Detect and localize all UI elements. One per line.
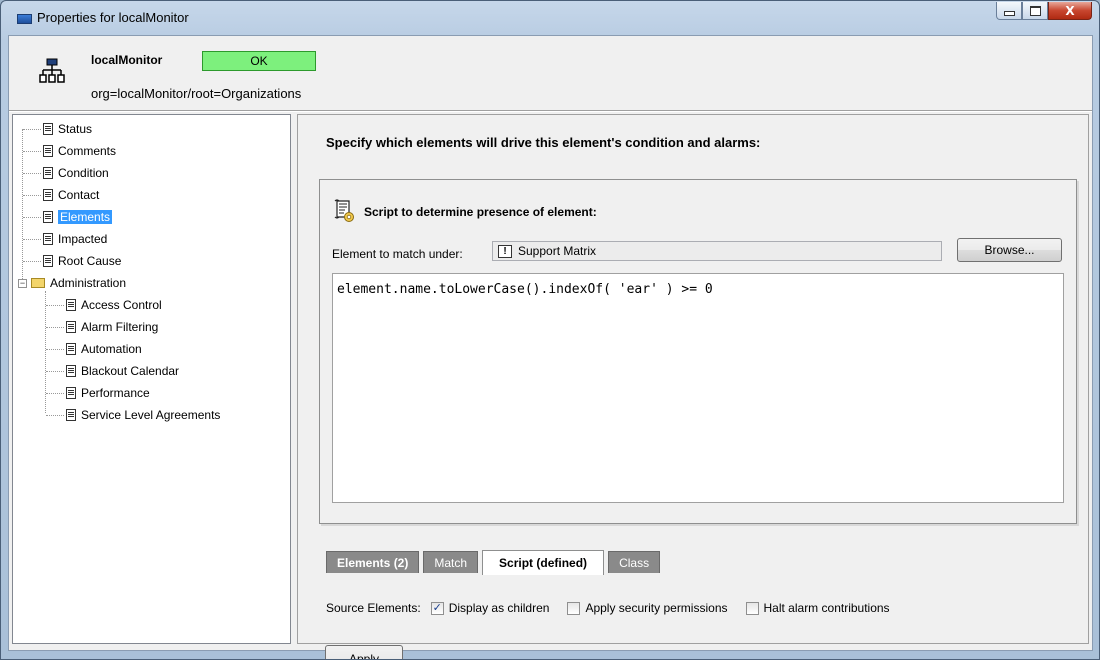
organization-tree-icon: [39, 58, 65, 83]
title-bar[interactable]: Properties for localMonitor X: [1, 1, 1099, 35]
display-as-children-option[interactable]: ✓ Display as children: [430, 601, 550, 615]
tree-item-label: Impacted: [58, 232, 108, 246]
tree-item-label: Status: [58, 122, 93, 136]
close-icon: X: [1065, 3, 1075, 18]
tree-item-label: Comments: [58, 144, 117, 158]
element-path: org=localMonitor/root=Organizations: [91, 86, 302, 101]
window-app-icon: [17, 14, 32, 24]
tree-item-impacted[interactable]: Impacted: [23, 229, 107, 249]
header-divider: [9, 110, 1092, 112]
script-scroll-icon: [334, 199, 354, 222]
panel-heading: Specify which elements will drive this e…: [326, 135, 761, 150]
property-tree[interactable]: Status Comments Condition Contact Elemen: [12, 114, 291, 644]
document-icon: [43, 123, 53, 135]
element-header: localMonitor OK org=localMonitor/root=Or…: [9, 36, 1092, 110]
element-name: localMonitor: [91, 53, 163, 67]
document-icon: [43, 167, 53, 179]
tab-class[interactable]: Class: [608, 551, 661, 573]
match-under-field[interactable]: ! Support Matrix: [492, 241, 942, 261]
tree-item-root-cause[interactable]: Root Cause: [23, 251, 121, 271]
tree-item-label: Automation: [81, 342, 142, 356]
window-title: Properties for localMonitor: [37, 10, 189, 25]
tab-strip: Elements (2) Match Script (defined) Clas…: [326, 550, 664, 575]
tree-item-performance[interactable]: Performance: [46, 383, 150, 403]
tree-item-label: Administration: [50, 276, 127, 290]
tree-item-comments[interactable]: Comments: [23, 141, 116, 161]
display-as-children-label: Display as children: [448, 601, 550, 615]
document-icon: [43, 145, 53, 157]
tree-item-condition[interactable]: Condition: [23, 163, 109, 183]
tree-item-label: Condition: [58, 166, 109, 180]
script-tab-panel: Script to determine presence of element:…: [319, 179, 1077, 524]
source-elements-options: Source Elements: ✓ Display as children A…: [326, 601, 890, 615]
tab-match[interactable]: Match: [423, 551, 479, 573]
document-icon: [66, 387, 76, 399]
tab-script[interactable]: Script (defined): [482, 550, 605, 575]
properties-window: Properties for localMonitor X localMonit…: [0, 0, 1100, 660]
apply-security-option[interactable]: Apply security permissions: [567, 601, 728, 615]
folder-icon: [31, 278, 45, 288]
tree-item-administration[interactable]: − Administration: [18, 273, 126, 293]
tree-item-label: Elements: [58, 210, 113, 224]
maximize-button[interactable]: [1022, 2, 1048, 20]
tree-item-label: Service Level Agreements: [81, 408, 221, 422]
tree-item-service-level-agreements[interactable]: Service Level Agreements: [46, 405, 220, 425]
document-icon: [66, 299, 76, 311]
tree-item-blackout-calendar[interactable]: Blackout Calendar: [46, 361, 179, 381]
document-icon: [66, 365, 76, 377]
tree-item-label: Blackout Calendar: [81, 364, 180, 378]
document-icon: [66, 343, 76, 355]
window-controls: X: [996, 2, 1092, 20]
tree-item-status[interactable]: Status: [23, 119, 92, 139]
apply-button[interactable]: Apply: [325, 645, 403, 659]
halt-alarm-label: Halt alarm contributions: [763, 601, 890, 615]
match-under-label: Element to match under:: [332, 247, 463, 261]
source-elements-label: Source Elements:: [326, 601, 421, 615]
halt-alarm-checkbox[interactable]: [745, 601, 759, 615]
status-badge: OK: [202, 51, 316, 71]
tree-item-elements[interactable]: Elements: [23, 207, 113, 227]
document-icon: [43, 189, 53, 201]
script-editor[interactable]: element.name.toLowerCase().indexOf( 'ear…: [332, 273, 1064, 503]
display-as-children-checkbox[interactable]: ✓: [430, 601, 444, 615]
dialog-client-area: localMonitor OK org=localMonitor/root=Or…: [8, 35, 1093, 659]
element-warning-icon: !: [498, 244, 512, 258]
document-icon: [43, 233, 53, 245]
tree-item-label: Access Control: [81, 298, 162, 312]
collapse-icon[interactable]: −: [18, 278, 27, 288]
document-icon: [66, 409, 76, 421]
browse-button[interactable]: Browse...: [957, 238, 1062, 262]
tree-item-label: Contact: [58, 188, 100, 202]
apply-security-label: Apply security permissions: [585, 601, 728, 615]
apply-security-checkbox[interactable]: [567, 601, 581, 615]
tree-item-label: Alarm Filtering: [81, 320, 159, 334]
document-icon: [43, 255, 53, 267]
minimize-icon: [1003, 11, 1015, 16]
tree-item-label: Performance: [81, 386, 150, 400]
tab-elements[interactable]: Elements (2): [326, 551, 420, 573]
match-under-value: Support Matrix: [518, 244, 597, 258]
close-button[interactable]: X: [1048, 2, 1092, 20]
script-panel-title: Script to determine presence of element:: [364, 205, 597, 219]
minimize-button[interactable]: [996, 2, 1022, 20]
tree-item-automation[interactable]: Automation: [46, 339, 142, 359]
elements-panel: Specify which elements will drive this e…: [297, 114, 1089, 659]
halt-alarm-option[interactable]: Halt alarm contributions: [745, 601, 890, 615]
tree-item-access-control[interactable]: Access Control: [46, 295, 162, 315]
document-icon: [43, 211, 53, 223]
tree-item-alarm-filtering[interactable]: Alarm Filtering: [46, 317, 158, 337]
tree-item-contact[interactable]: Contact: [23, 185, 99, 205]
document-icon: [66, 321, 76, 333]
tree-item-label: Root Cause: [58, 254, 122, 268]
maximize-icon: [1029, 5, 1041, 16]
